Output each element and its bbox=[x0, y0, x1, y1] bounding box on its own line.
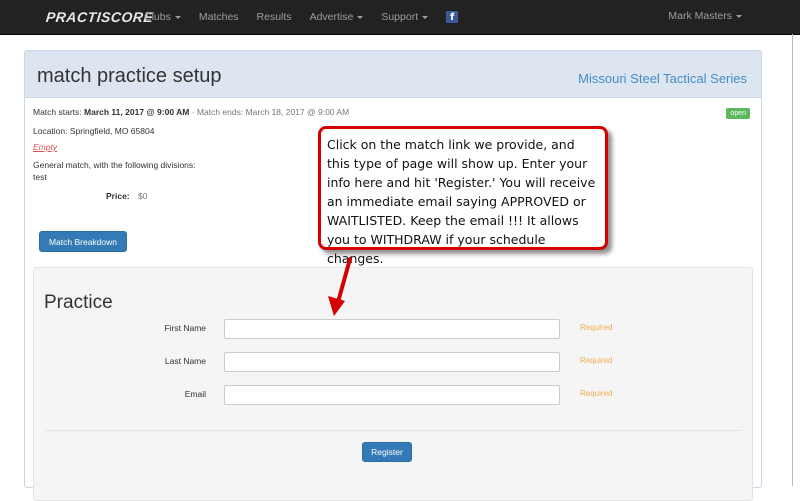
email-label: Email bbox=[184, 389, 206, 399]
nav-clubs[interactable]: Clubs bbox=[144, 11, 181, 23]
match-breakdown-button[interactable]: Match Breakdown bbox=[39, 231, 127, 252]
match-location: Location: Springfield, MO 65804 bbox=[33, 126, 155, 136]
nav-menu: Clubs Matches Results Advertise Support … bbox=[144, 0, 459, 34]
practiscore-logo[interactable]: PRACTISCORE bbox=[45, 9, 154, 25]
registration-form: Practice First Name Required Last Name R… bbox=[33, 267, 753, 501]
nav-support-label: Support bbox=[381, 11, 419, 23]
price-label: Price: bbox=[106, 191, 130, 201]
panel-heading: match practice setup Missouri Steel Tact… bbox=[25, 51, 761, 98]
last-name-label: Last Name bbox=[164, 356, 206, 366]
window-edge bbox=[792, 34, 793, 486]
empty-link[interactable]: Empty bbox=[33, 142, 57, 152]
price-row: Price: $0 bbox=[106, 191, 147, 201]
nav-support[interactable]: Support bbox=[381, 11, 429, 23]
top-navbar: PRACTISCORE Clubs Matches Results Advert… bbox=[0, 0, 800, 35]
match-title: match practice setup bbox=[37, 65, 222, 87]
status-badge: open bbox=[726, 108, 750, 119]
price-value: $0 bbox=[138, 191, 148, 201]
caret-down-icon bbox=[736, 14, 742, 18]
starts-label: Match starts: bbox=[33, 107, 82, 117]
nav-clubs-label: Clubs bbox=[144, 11, 171, 23]
divider bbox=[44, 430, 742, 431]
first-name-label: First Name bbox=[164, 323, 206, 333]
division-name: test bbox=[33, 172, 47, 182]
user-name: Mark Masters bbox=[668, 10, 732, 22]
register-button[interactable]: Register bbox=[362, 442, 412, 462]
nav-advertise[interactable]: Advertise bbox=[310, 11, 364, 23]
first-name-input[interactable] bbox=[224, 319, 560, 339]
red-arrow-icon bbox=[328, 257, 352, 316]
facebook-icon[interactable]: f bbox=[446, 11, 459, 23]
last-name-input[interactable] bbox=[224, 352, 560, 372]
email-required: Required bbox=[580, 389, 613, 398]
caret-down-icon bbox=[357, 15, 364, 19]
last-name-required: Required bbox=[580, 356, 613, 365]
match-panel: match practice setup Missouri Steel Tact… bbox=[24, 50, 762, 501]
email-input[interactable] bbox=[224, 385, 560, 405]
nav-matches[interactable]: Matches bbox=[199, 11, 239, 23]
match-dates: Match starts: March 11, 2017 @ 9:00 AM ·… bbox=[33, 107, 349, 117]
nav-results[interactable]: Results bbox=[257, 11, 292, 23]
ends-text: · Match ends: March 18, 2017 @ 9:00 AM bbox=[191, 107, 350, 117]
section-title: Practice bbox=[44, 292, 113, 313]
caret-down-icon bbox=[422, 15, 429, 19]
empty-row: Empty bbox=[33, 142, 57, 152]
user-menu[interactable]: Mark Masters bbox=[668, 10, 742, 22]
nav-advertise-label: Advertise bbox=[309, 11, 354, 23]
caret-down-icon bbox=[174, 15, 181, 19]
instruction-callout: Click on the match link we provide, and … bbox=[318, 126, 608, 266]
divisions-text: General match, with the following divisi… bbox=[33, 160, 196, 170]
starts-value: March 11, 2017 @ 9:00 AM bbox=[84, 107, 190, 117]
first-name-required: Required bbox=[580, 323, 613, 332]
series-link[interactable]: Missouri Steel Tactical Series bbox=[578, 71, 747, 86]
